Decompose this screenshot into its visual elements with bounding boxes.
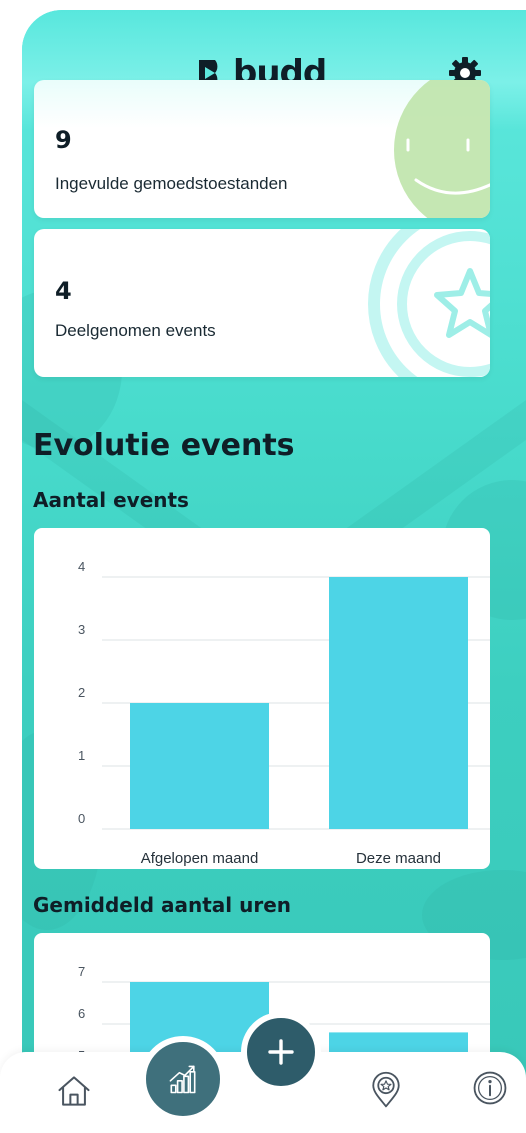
home-icon <box>58 1076 90 1106</box>
nav-info-button[interactable] <box>468 1066 512 1110</box>
mood-count-value: 9 <box>55 126 72 154</box>
nav-places-button[interactable] <box>364 1068 408 1112</box>
events-count-label: Deelgenomen events <box>55 321 216 340</box>
nav-stats-button[interactable] <box>140 1036 226 1122</box>
events-bar-chart: 0 1 2 3 4 Afgelopen maand Deze maand <box>78 559 490 867</box>
bar-2 <box>329 577 468 829</box>
smiley-icon <box>394 80 490 218</box>
y-tick-label: 6 <box>78 1006 85 1021</box>
add-button[interactable] <box>241 1012 321 1092</box>
star-badge-icon <box>368 229 490 377</box>
events-chart-card: 0 1 2 3 4 Afgelopen maand Deze maand <box>34 528 490 869</box>
evolution-section-title: Evolutie events <box>33 428 295 463</box>
location-pin-icon <box>372 1071 400 1108</box>
y-tick-label: 7 <box>78 964 85 979</box>
events-chart-title: Aantal events <box>33 488 189 512</box>
events-count-card[interactable]: 4 Deelgenomen events <box>34 229 490 377</box>
chart-icon <box>169 1065 196 1094</box>
plus-icon <box>268 1039 294 1065</box>
nav-home-button[interactable] <box>52 1069 96 1113</box>
mood-count-card[interactable]: 9 Ingevulde gemoedstoestanden <box>34 80 490 218</box>
x-category-label: Afgelopen maand <box>141 850 259 867</box>
y-tick-label: 4 <box>78 559 85 574</box>
x-category-label: Deze maand <box>356 850 441 867</box>
mood-count-label: Ingevulde gemoedstoestanden <box>55 174 288 193</box>
hours-chart-title: Gemiddeld aantal uren <box>33 893 292 917</box>
events-count-value: 4 <box>55 277 72 305</box>
y-tick-label: 2 <box>78 685 85 700</box>
bar-1 <box>130 703 269 829</box>
y-tick-label: 1 <box>78 748 85 763</box>
y-tick-label: 3 <box>78 622 85 637</box>
y-tick-label: 0 <box>78 811 85 826</box>
info-icon <box>473 1071 507 1105</box>
